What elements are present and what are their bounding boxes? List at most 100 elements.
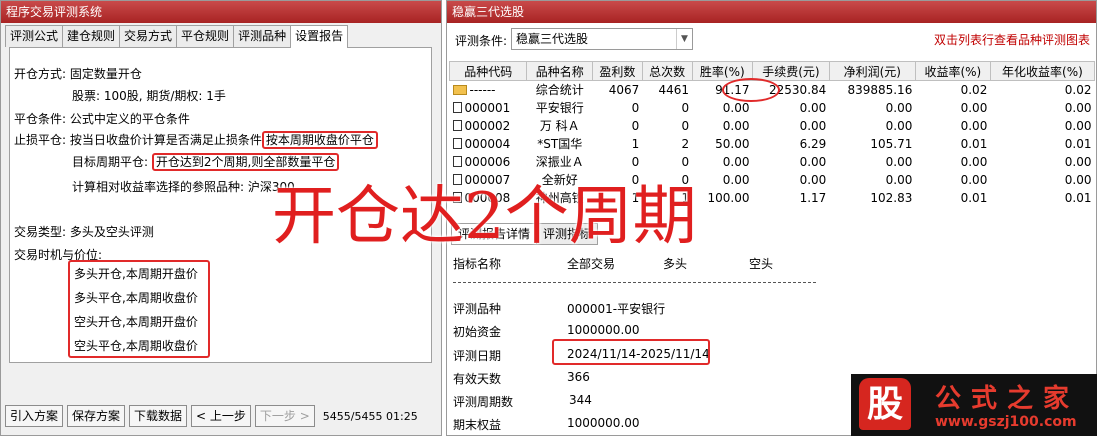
tab-instruments[interactable]: 评测品种 (233, 25, 292, 47)
trade-type-row: 交易类型: 多头及空头评测 (14, 224, 154, 240)
criteria-label: 评测条件: (455, 34, 508, 48)
summary-label: 评测周期数 (453, 395, 514, 409)
table-cell: 0 (681, 118, 690, 133)
summary-value: 1000000.00 (567, 323, 640, 337)
code-text: 000002 (464, 118, 511, 133)
table-cell: 平安银行 (535, 101, 584, 115)
prev-step-button[interactable]: < 上一步 (191, 405, 251, 427)
tab-formula[interactable]: 评测公式 (5, 25, 64, 47)
table-cell: 万 科Ａ (539, 119, 580, 133)
close-cond-label: 平仓条件: (14, 112, 67, 126)
double-click-hint: 双击列表行查看品种评测图表 (933, 33, 1090, 47)
chevron-down-icon[interactable]: ▼ (676, 29, 692, 49)
table-cell: 0.00 (722, 154, 750, 169)
stoploss-label: 止损平仓: (14, 133, 67, 147)
stoploss-row: 止损平仓: 按当日收盘价计算是否满足止损条件 按本周期收盘价平仓 (14, 131, 378, 149)
logo-url: www.gszj100.com (935, 414, 1077, 430)
tab-report-settings[interactable]: 设置报告 (290, 25, 349, 48)
next-step-button[interactable]: 下一步 > (254, 405, 315, 427)
summary-value: 366 (567, 370, 590, 384)
summary-label: 有效天数 (453, 372, 502, 386)
table-cell: 0 (631, 154, 640, 169)
table-cell: 0.01 (1064, 136, 1092, 151)
table-cell: 0.00 (722, 172, 750, 187)
target-label: 目标周期平仓: (72, 155, 149, 169)
save-plan-button[interactable]: 保存方案 (67, 405, 126, 427)
table-cell: 0.01 (960, 136, 988, 151)
table-cell: 000001 (450, 99, 527, 117)
table-cell: 0.00 (885, 172, 913, 187)
col-name[interactable]: 品种名称 (526, 61, 594, 81)
close-cond-row: 平仓条件: 公式中定义的平仓条件 (14, 111, 190, 127)
table-cell: 2 (681, 136, 690, 151)
table-cell: 0.00 (799, 172, 827, 187)
table-cell: 100.00 (707, 190, 750, 205)
trade-type-label: 交易类型: (14, 225, 67, 239)
tab-open-rules[interactable]: 建仓规则 (62, 25, 121, 47)
table-header-row: 品种代码 品种名称 盈利数 总次数 胜率(%) 手续费(元) 净利润(元) 收益… (449, 61, 1095, 81)
summary-label: 评测日期 (453, 349, 502, 363)
col-annual-return[interactable]: 年化收益率(%) (989, 61, 1095, 81)
table-row[interactable]: 000002 万 科Ａ 0 0 0.00 0.00 0.00 0.00 0.00 (450, 117, 1095, 135)
criteria-select[interactable]: 稳赢三代选股 ▼ (511, 28, 693, 50)
col-total[interactable]: 总次数 (641, 61, 693, 81)
left-toolbar: 引入方案 保存方案 下载数据 < 上一步 下一步 > 5455/5455 01:… (5, 405, 418, 427)
table-cell: 50.00 (715, 136, 750, 151)
col-code[interactable]: 品种代码 (449, 61, 528, 81)
open-mode-value: 固定数量开仓 (69, 67, 142, 81)
summary-value: 1000000.00 (567, 416, 640, 430)
summary-header-name: 指标名称 (453, 257, 502, 271)
document-icon (452, 155, 462, 167)
import-plan-button[interactable]: 引入方案 (5, 405, 64, 427)
col-profit[interactable]: 净利润(元) (828, 61, 916, 81)
tab-trade-mode[interactable]: 交易方式 (119, 25, 178, 47)
table-cell: 0.00 (1064, 172, 1092, 187)
table-cell: 839885.16 (847, 82, 913, 97)
summary-divider (453, 282, 816, 283)
table-cell: 0.00 (722, 118, 750, 133)
table-cell: 0.00 (799, 118, 827, 133)
settings-tabs: 评测公式 建仓规则 交易方式 平仓规则 评测品种 设置报告 (5, 25, 349, 48)
date-highlight-box (552, 339, 710, 365)
tab-close-rules[interactable]: 平仓规则 (176, 25, 235, 47)
table-cell: 0.00 (960, 118, 988, 133)
table-cell: 000002 (450, 117, 527, 135)
table-cell: 0.00 (960, 100, 988, 115)
timing-list: 多头开仓,本周期开盘价 多头平仓,本周期收盘价 空头开仓,本周期开盘价 空头平仓… (68, 260, 210, 358)
col-wins[interactable]: 盈利数 (592, 61, 643, 81)
right-title-bar: 稳赢三代选股 (447, 1, 1096, 23)
col-fee[interactable]: 手续费(元) (752, 61, 830, 81)
overlay-caption: 开仓达2个周期 (272, 180, 697, 254)
table-cell: *ST国华 (537, 137, 583, 151)
summary-value: 000001-平安银行 (567, 302, 666, 316)
code-text: 000001 (464, 100, 511, 115)
stoploss-text: 按当日收盘价计算是否满足止损条件 (69, 133, 262, 147)
table-cell: 1.17 (799, 190, 827, 205)
code-text: 000006 (464, 154, 511, 169)
timing-item: 空头平仓,本周期收盘价 (74, 339, 198, 353)
timing-item: 空头开仓,本周期开盘价 (74, 315, 198, 329)
table-row[interactable]: 000004 *ST国华 1 2 50.00 6.29 105.71 0.01 0.01 (450, 135, 1095, 153)
table-row[interactable]: 000006 深振业Ａ 0 0 0.00 0.00 0.00 0.00 0.00 (450, 153, 1095, 171)
table-cell: 0 (631, 100, 640, 115)
ref-text: 计算相对收益率选择的参照品种: 沪深300 (72, 180, 295, 194)
table-cell: 4461 (658, 82, 690, 97)
col-return[interactable]: 收益率(%) (914, 61, 991, 81)
table-cell: 0.00 (1064, 154, 1092, 169)
download-data-button[interactable]: 下载数据 (129, 405, 188, 427)
table-cell: 深振业Ａ (535, 155, 584, 169)
logo-mark: 股 (859, 378, 911, 430)
table-cell: 0.00 (960, 154, 988, 169)
logo-name: 公式之家 (935, 384, 1080, 414)
table-cell: 102.83 (870, 190, 913, 205)
table-row[interactable]: 000001 平安银行 0 0 0.00 0.00 0.00 0.00 0.00 (450, 99, 1095, 117)
table-cell: 1 (631, 136, 640, 151)
table-cell: 0.02 (960, 82, 988, 97)
summary-label: 初始资金 (453, 325, 502, 339)
table-cell: 0.01 (960, 190, 988, 205)
document-icon (452, 101, 462, 113)
stoploss-highlight: 按本周期收盘价平仓 (261, 131, 378, 149)
table-cell: 0 (681, 154, 690, 169)
winrate-highlight-ellipse (722, 78, 780, 102)
folder-icon (452, 84, 467, 95)
